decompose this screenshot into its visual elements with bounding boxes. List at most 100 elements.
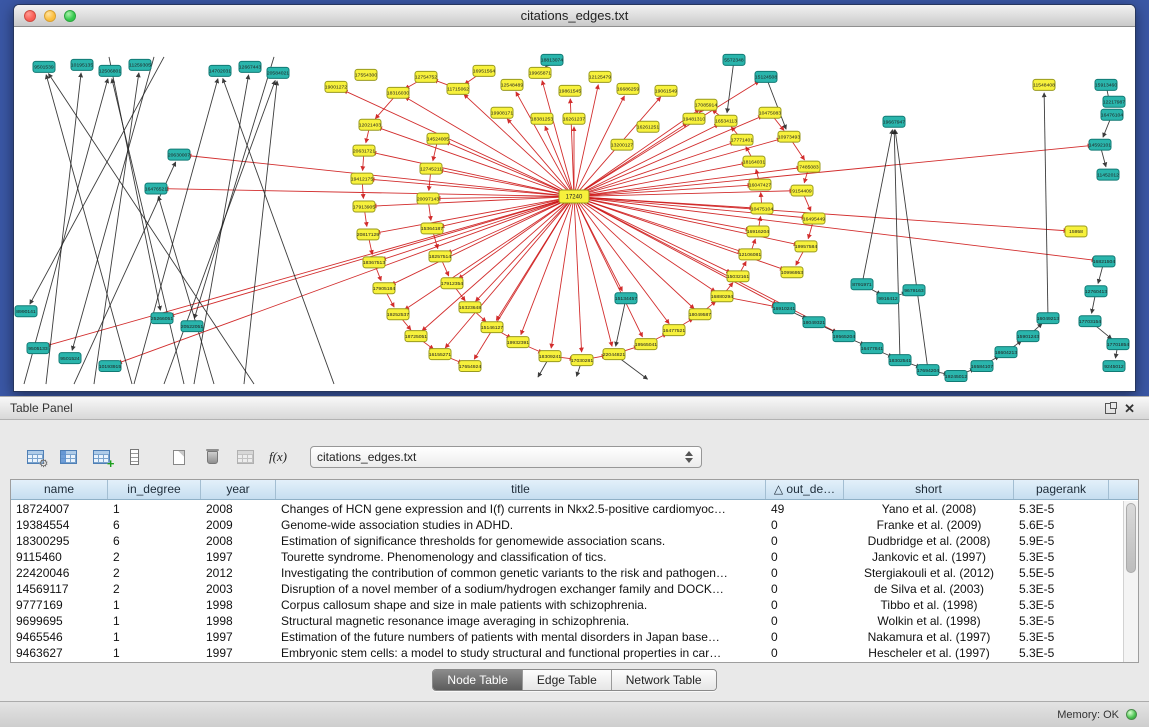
column-header-out_de[interactable]: △ out_de… (766, 480, 844, 499)
graph-node[interactable]: 14592101 (1089, 139, 1111, 150)
graph-node[interactable]: 9501539 (33, 61, 55, 72)
column-header-year[interactable]: year (201, 480, 276, 499)
graph-node[interactable]: 16261251 (637, 121, 659, 132)
table-row[interactable]: 1872400712008Changes of HCN gene express… (11, 501, 1123, 517)
graph-node[interactable]: 12021403 (359, 119, 381, 130)
graph-node-center[interactable]: 17240 (559, 190, 589, 203)
graph-node[interactable]: 12217987 (1103, 96, 1125, 107)
graph-node[interactable]: 8791971 (851, 279, 873, 290)
graph-node[interactable]: 9679163 (903, 285, 925, 296)
graph-node[interactable]: 11452012 (1097, 169, 1119, 180)
graph-node[interactable]: 19001272 (325, 81, 347, 92)
column-header-title[interactable]: title (276, 480, 766, 499)
graph-node[interactable]: 11715062 (447, 83, 469, 94)
graph-node[interactable]: 15032161 (727, 271, 749, 282)
graph-node[interactable]: 9916412 (877, 293, 899, 304)
graph-node[interactable]: 16476104 (1101, 109, 1123, 120)
new-table-button[interactable] (164, 443, 194, 471)
column-header-pagerank[interactable]: pagerank (1014, 480, 1109, 499)
graph-node[interactable]: 18309241 (539, 351, 561, 362)
column-header-short[interactable]: short (844, 480, 1014, 499)
row-options-button[interactable] (119, 443, 149, 471)
network-graph[interactable]: 1900127217554300183160301275475211715062… (14, 27, 1135, 391)
graph-node[interactable]: 10195135 (71, 59, 93, 70)
graph-node[interactable]: 7485083 (798, 161, 820, 172)
graph-node[interactable]: 19565204 (833, 331, 855, 342)
table-options-button[interactable] (20, 443, 50, 471)
table-row[interactable]: 2242004622012Investigating the contribut… (11, 565, 1123, 581)
graph-node[interactable]: 16584107 (971, 361, 993, 372)
graph-node[interactable]: 17030281 (571, 355, 593, 366)
table-row[interactable]: 946554611997Estimation of the future num… (11, 629, 1123, 645)
graph-node[interactable]: 12745211 (420, 163, 442, 174)
graph-node[interactable]: 18316030 (387, 87, 409, 98)
graph-node[interactable]: 19245012 (945, 371, 967, 382)
graph-node[interactable]: 12760413 (1085, 286, 1107, 297)
graph-node[interactable]: 20522051 (181, 321, 203, 332)
close-panel-button[interactable] (1120, 401, 1139, 416)
graph-node[interactable]: 10973493 (778, 131, 800, 142)
graph-node[interactable]: 14702031 (209, 65, 231, 76)
graph-node[interactable]: 16910241 (773, 303, 795, 314)
graph-node[interactable]: 18367513 (363, 257, 385, 268)
graph-node[interactable]: 16049213 (1037, 313, 1059, 324)
graph-node[interactable]: 15134457 (615, 293, 637, 304)
graph-node[interactable]: 15124508 (755, 71, 777, 82)
graph-node[interactable]: 17694204 (917, 365, 939, 376)
table-row[interactable]: 946362711997Embryonic stem cells: a mode… (11, 645, 1123, 661)
graph-node[interactable]: 9154409 (791, 185, 813, 196)
graph-node[interactable]: 16686259 (617, 83, 639, 94)
graph-node[interactable]: 16477841 (861, 343, 883, 354)
graph-node[interactable]: 9501524 (59, 353, 81, 364)
table-row[interactable]: 1938455462009Genome-wide association stu… (11, 517, 1123, 533)
graph-node[interactable]: 16916204 (747, 226, 769, 237)
graph-node[interactable]: 10475083 (759, 107, 781, 118)
table-row[interactable]: 969969511998Structural magnetic resonanc… (11, 613, 1123, 629)
graph-node[interactable]: 12106081 (739, 249, 761, 260)
graph-node[interactable]: 16476521 (145, 183, 167, 194)
memory-status-light[interactable] (1126, 709, 1137, 720)
graph-node[interactable]: 19061549 (655, 85, 677, 96)
graph-node[interactable]: 12125479 (589, 71, 611, 82)
graph-node[interactable]: 5572348 (723, 54, 745, 65)
function-builder-button[interactable] (263, 443, 293, 471)
network-canvas[interactable]: 1900127217554300183160301275475211715062… (14, 27, 1135, 391)
graph-node[interactable]: 9245012 (1103, 361, 1125, 372)
graph-node[interactable]: 18604213 (995, 347, 1017, 358)
graph-node[interactable]: 16534113 (715, 115, 737, 126)
graph-node[interactable]: 15364187 (421, 223, 443, 234)
tab-edge-table[interactable]: Edge Table (522, 670, 611, 690)
graph-node[interactable]: 16495449 (803, 213, 825, 224)
graph-node[interactable]: 18725051 (405, 331, 427, 342)
graph-node[interactable]: 20631721 (353, 145, 375, 156)
graph-node[interactable]: 18257514 (429, 251, 451, 262)
graph-node[interactable]: 11548408 (1033, 79, 1055, 90)
graph-node[interactable]: 18302541 (889, 355, 911, 366)
graph-node[interactable]: 16047427 (749, 179, 771, 190)
table-row[interactable]: 977716911998Corpus callosum shape and si… (11, 597, 1123, 613)
table-row[interactable]: 1830029562008Estimation of significance … (11, 533, 1123, 549)
graph-node[interactable]: 20630007 (168, 149, 190, 160)
graph-node[interactable]: 12754752 (415, 71, 437, 82)
graph-node[interactable]: 10193915 (99, 361, 121, 372)
float-panel-button[interactable] (1101, 401, 1120, 416)
graph-node[interactable]: 9505133 (27, 343, 49, 354)
graph-node[interactable]: 14524005 (427, 133, 449, 144)
graph-node[interactable]: 17913905 (353, 201, 375, 212)
graph-node[interactable]: 19667947 (883, 116, 905, 127)
graph-node[interactable]: 19481310 (683, 113, 705, 124)
graph-node[interactable]: 19252537 (387, 309, 409, 320)
edit-columns-button[interactable] (86, 443, 116, 471)
delete-table-button[interactable] (197, 443, 227, 471)
graph-node[interactable]: 16261237 (563, 113, 585, 124)
window-titlebar[interactable]: citations_edges.txt (14, 5, 1135, 27)
graph-node[interactable]: 18813074 (541, 54, 563, 65)
graph-node[interactable]: 19957584 (795, 241, 817, 252)
column-header-name[interactable]: name (11, 480, 108, 499)
graph-node[interactable]: 12506801 (99, 65, 121, 76)
graph-node[interactable]: 19932391 (507, 337, 529, 348)
graph-node[interactable]: 15901243 (1017, 331, 1039, 342)
graph-node[interactable]: 15146127 (481, 322, 503, 333)
vertical-scrollbar[interactable] (1123, 501, 1138, 662)
import-table-button[interactable] (230, 443, 260, 471)
